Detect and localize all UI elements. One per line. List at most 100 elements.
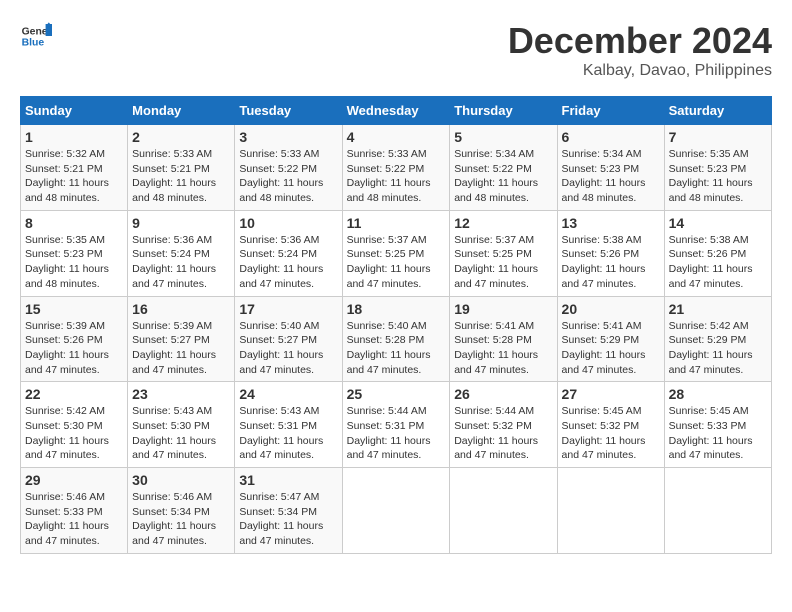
calendar-cell: 22 Sunrise: 5:42 AMSunset: 5:30 PMDaylig…: [21, 382, 128, 468]
calendar-cell: [342, 468, 450, 554]
calendar-cell: 13 Sunrise: 5:38 AMSunset: 5:26 PMDaylig…: [557, 210, 664, 296]
day-number: 2: [132, 129, 230, 145]
day-detail: Sunrise: 5:38 AMSunset: 5:26 PMDaylight:…: [562, 234, 646, 290]
day-number: 19: [454, 301, 552, 317]
day-detail: Sunrise: 5:45 AMSunset: 5:32 PMDaylight:…: [562, 405, 646, 461]
calendar-header-row: SundayMondayTuesdayWednesdayThursdayFrid…: [21, 97, 772, 125]
day-number: 22: [25, 386, 123, 402]
day-number: 29: [25, 472, 123, 488]
day-number: 20: [562, 301, 660, 317]
logo-icon: General Blue: [20, 20, 52, 52]
calendar-cell: 4 Sunrise: 5:33 AMSunset: 5:22 PMDayligh…: [342, 125, 450, 211]
calendar-cell: 26 Sunrise: 5:44 AMSunset: 5:32 PMDaylig…: [450, 382, 557, 468]
calendar-cell: 15 Sunrise: 5:39 AMSunset: 5:26 PMDaylig…: [21, 296, 128, 382]
day-detail: Sunrise: 5:44 AMSunset: 5:31 PMDaylight:…: [347, 405, 431, 461]
day-number: 18: [347, 301, 446, 317]
calendar-cell: 3 Sunrise: 5:33 AMSunset: 5:22 PMDayligh…: [235, 125, 342, 211]
day-number: 9: [132, 215, 230, 231]
logo: General Blue: [20, 20, 52, 52]
calendar-cell: 14 Sunrise: 5:38 AMSunset: 5:26 PMDaylig…: [664, 210, 771, 296]
day-detail: Sunrise: 5:42 AMSunset: 5:30 PMDaylight:…: [25, 405, 109, 461]
header-thursday: Thursday: [450, 97, 557, 125]
calendar-cell: 10 Sunrise: 5:36 AMSunset: 5:24 PMDaylig…: [235, 210, 342, 296]
month-title: December 2024: [508, 20, 772, 62]
calendar-cell: 8 Sunrise: 5:35 AMSunset: 5:23 PMDayligh…: [21, 210, 128, 296]
day-detail: Sunrise: 5:33 AMSunset: 5:22 PMDaylight:…: [347, 148, 431, 204]
calendar-cell: 24 Sunrise: 5:43 AMSunset: 5:31 PMDaylig…: [235, 382, 342, 468]
day-detail: Sunrise: 5:36 AMSunset: 5:24 PMDaylight:…: [239, 234, 323, 290]
day-detail: Sunrise: 5:41 AMSunset: 5:28 PMDaylight:…: [454, 320, 538, 376]
day-detail: Sunrise: 5:46 AMSunset: 5:34 PMDaylight:…: [132, 491, 216, 547]
header-monday: Monday: [128, 97, 235, 125]
page-header: General Blue December 2024 Kalbay, Davao…: [20, 20, 772, 80]
day-detail: Sunrise: 5:37 AMSunset: 5:25 PMDaylight:…: [347, 234, 431, 290]
calendar-cell: 28 Sunrise: 5:45 AMSunset: 5:33 PMDaylig…: [664, 382, 771, 468]
calendar-cell: 7 Sunrise: 5:35 AMSunset: 5:23 PMDayligh…: [664, 125, 771, 211]
day-detail: Sunrise: 5:40 AMSunset: 5:28 PMDaylight:…: [347, 320, 431, 376]
day-detail: Sunrise: 5:41 AMSunset: 5:29 PMDaylight:…: [562, 320, 646, 376]
calendar-cell: 23 Sunrise: 5:43 AMSunset: 5:30 PMDaylig…: [128, 382, 235, 468]
day-number: 11: [347, 215, 446, 231]
day-detail: Sunrise: 5:40 AMSunset: 5:27 PMDaylight:…: [239, 320, 323, 376]
day-number: 4: [347, 129, 446, 145]
calendar-table: SundayMondayTuesdayWednesdayThursdayFrid…: [20, 96, 772, 554]
header-saturday: Saturday: [664, 97, 771, 125]
calendar-cell: 20 Sunrise: 5:41 AMSunset: 5:29 PMDaylig…: [557, 296, 664, 382]
calendar-week-5: 29 Sunrise: 5:46 AMSunset: 5:33 PMDaylig…: [21, 468, 772, 554]
calendar-cell: [450, 468, 557, 554]
day-detail: Sunrise: 5:46 AMSunset: 5:33 PMDaylight:…: [25, 491, 109, 547]
day-number: 15: [25, 301, 123, 317]
day-detail: Sunrise: 5:45 AMSunset: 5:33 PMDaylight:…: [669, 405, 753, 461]
calendar-cell: 30 Sunrise: 5:46 AMSunset: 5:34 PMDaylig…: [128, 468, 235, 554]
calendar-cell: 6 Sunrise: 5:34 AMSunset: 5:23 PMDayligh…: [557, 125, 664, 211]
day-detail: Sunrise: 5:44 AMSunset: 5:32 PMDaylight:…: [454, 405, 538, 461]
day-number: 16: [132, 301, 230, 317]
title-area: December 2024 Kalbay, Davao, Philippines: [508, 20, 772, 80]
header-friday: Friday: [557, 97, 664, 125]
calendar-cell: [664, 468, 771, 554]
header-wednesday: Wednesday: [342, 97, 450, 125]
calendar-week-4: 22 Sunrise: 5:42 AMSunset: 5:30 PMDaylig…: [21, 382, 772, 468]
svg-text:Blue: Blue: [22, 38, 45, 49]
day-detail: Sunrise: 5:37 AMSunset: 5:25 PMDaylight:…: [454, 234, 538, 290]
calendar-week-2: 8 Sunrise: 5:35 AMSunset: 5:23 PMDayligh…: [21, 210, 772, 296]
day-number: 26: [454, 386, 552, 402]
calendar-cell: 12 Sunrise: 5:37 AMSunset: 5:25 PMDaylig…: [450, 210, 557, 296]
day-number: 3: [239, 129, 337, 145]
day-detail: Sunrise: 5:35 AMSunset: 5:23 PMDaylight:…: [25, 234, 109, 290]
day-number: 7: [669, 129, 767, 145]
day-detail: Sunrise: 5:38 AMSunset: 5:26 PMDaylight:…: [669, 234, 753, 290]
day-detail: Sunrise: 5:42 AMSunset: 5:29 PMDaylight:…: [669, 320, 753, 376]
day-detail: Sunrise: 5:35 AMSunset: 5:23 PMDaylight:…: [669, 148, 753, 204]
calendar-cell: 27 Sunrise: 5:45 AMSunset: 5:32 PMDaylig…: [557, 382, 664, 468]
calendar-cell: 31 Sunrise: 5:47 AMSunset: 5:34 PMDaylig…: [235, 468, 342, 554]
day-number: 10: [239, 215, 337, 231]
day-detail: Sunrise: 5:34 AMSunset: 5:23 PMDaylight:…: [562, 148, 646, 204]
day-detail: Sunrise: 5:36 AMSunset: 5:24 PMDaylight:…: [132, 234, 216, 290]
day-detail: Sunrise: 5:47 AMSunset: 5:34 PMDaylight:…: [239, 491, 323, 547]
calendar-cell: 1 Sunrise: 5:32 AMSunset: 5:21 PMDayligh…: [21, 125, 128, 211]
day-number: 1: [25, 129, 123, 145]
day-number: 23: [132, 386, 230, 402]
day-number: 8: [25, 215, 123, 231]
day-number: 28: [669, 386, 767, 402]
day-number: 12: [454, 215, 552, 231]
day-detail: Sunrise: 5:43 AMSunset: 5:30 PMDaylight:…: [132, 405, 216, 461]
day-number: 5: [454, 129, 552, 145]
day-number: 13: [562, 215, 660, 231]
day-detail: Sunrise: 5:32 AMSunset: 5:21 PMDaylight:…: [25, 148, 109, 204]
header-sunday: Sunday: [21, 97, 128, 125]
calendar-cell: 9 Sunrise: 5:36 AMSunset: 5:24 PMDayligh…: [128, 210, 235, 296]
calendar-week-3: 15 Sunrise: 5:39 AMSunset: 5:26 PMDaylig…: [21, 296, 772, 382]
day-detail: Sunrise: 5:33 AMSunset: 5:21 PMDaylight:…: [132, 148, 216, 204]
calendar-cell: 19 Sunrise: 5:41 AMSunset: 5:28 PMDaylig…: [450, 296, 557, 382]
calendar-cell: 21 Sunrise: 5:42 AMSunset: 5:29 PMDaylig…: [664, 296, 771, 382]
day-detail: Sunrise: 5:39 AMSunset: 5:27 PMDaylight:…: [132, 320, 216, 376]
day-number: 25: [347, 386, 446, 402]
day-number: 14: [669, 215, 767, 231]
day-detail: Sunrise: 5:34 AMSunset: 5:22 PMDaylight:…: [454, 148, 538, 204]
calendar-cell: 17 Sunrise: 5:40 AMSunset: 5:27 PMDaylig…: [235, 296, 342, 382]
day-number: 31: [239, 472, 337, 488]
calendar-week-1: 1 Sunrise: 5:32 AMSunset: 5:21 PMDayligh…: [21, 125, 772, 211]
day-number: 6: [562, 129, 660, 145]
